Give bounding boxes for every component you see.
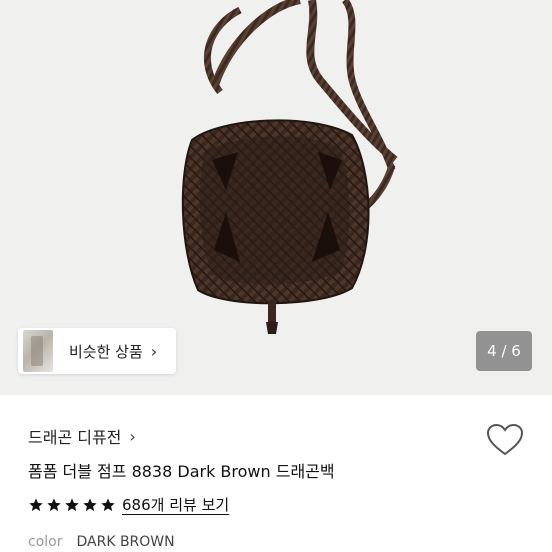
similar-products-label: 비슷한 상품: [69, 342, 143, 361]
chevron-right-icon: ›: [129, 426, 136, 446]
similar-products-button[interactable]: 비슷한 상품 ›: [18, 328, 176, 374]
rating-row: 686개 리뷰 보기: [28, 494, 229, 515]
product-image-gallery[interactable]: 비슷한 상품 › 4 / 6: [0, 0, 552, 395]
chevron-right-icon: ›: [150, 341, 158, 361]
star-filled-icon: [83, 497, 97, 511]
color-label: color: [28, 534, 63, 550]
heart-outline-icon[interactable]: [486, 423, 524, 457]
review-link[interactable]: 686개 리뷰 보기: [122, 494, 229, 515]
brand-name: 드래곤 디퓨전: [28, 428, 122, 447]
similar-product-thumbnail: [23, 330, 53, 372]
color-value: DARK BROWN: [76, 534, 175, 550]
star-filled-icon: [29, 497, 43, 511]
product-title: 폼폼 더블 점프 8838 Dark Brown 드래곤백: [28, 462, 335, 481]
color-row: color DARK BROWN: [28, 534, 175, 550]
star-filled-icon: [65, 497, 79, 511]
brand-link[interactable]: 드래곤 디퓨전 ›: [28, 424, 136, 448]
image-page-counter: 4 / 6: [476, 331, 532, 371]
star-filled-icon: [101, 497, 115, 511]
rating-stars: [28, 497, 116, 513]
star-filled-icon: [47, 497, 61, 511]
